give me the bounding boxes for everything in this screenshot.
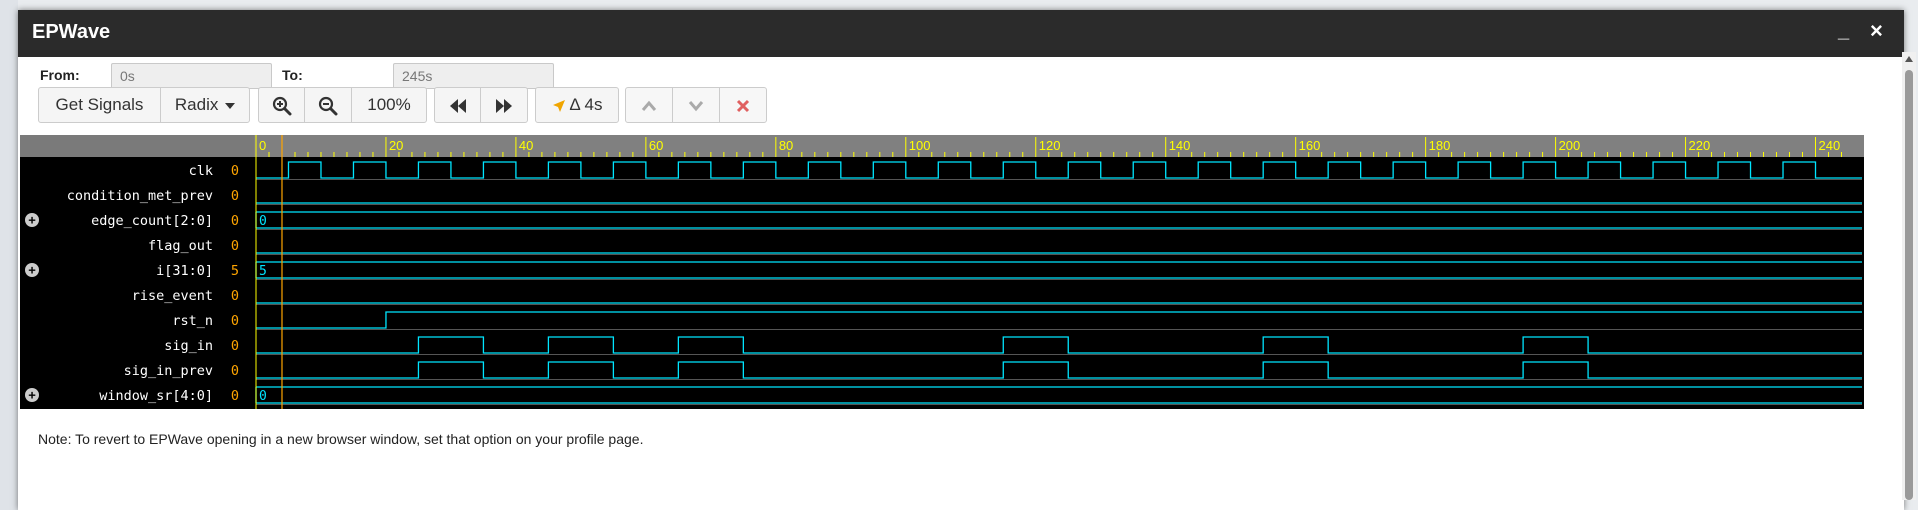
signal-name: rise_event bbox=[132, 288, 213, 304]
fast-forward-icon bbox=[496, 98, 512, 113]
ruler-tick-label: 180 bbox=[1429, 138, 1451, 153]
signal-value: 0 bbox=[231, 163, 239, 179]
ruler-tick-label: 120 bbox=[1039, 138, 1061, 153]
move-down-button[interactable] bbox=[672, 87, 720, 123]
from-input[interactable]: 0s bbox=[111, 63, 272, 89]
signal-value: 0 bbox=[231, 213, 239, 229]
get-signals-button[interactable]: Get Signals bbox=[38, 87, 161, 123]
zoom-out-button[interactable] bbox=[304, 87, 352, 123]
chevron-down-icon bbox=[688, 100, 704, 111]
move-up-button[interactable] bbox=[625, 87, 673, 123]
signal-name: flag_out bbox=[148, 238, 213, 254]
signal-value: 0 bbox=[231, 338, 239, 354]
window-title: EPWave bbox=[32, 21, 111, 43]
info-note: Note: To revert to EPWave opening in a n… bbox=[38, 431, 644, 447]
expand-icon-plus: + bbox=[28, 263, 36, 278]
waveform-background bbox=[20, 135, 1864, 409]
jump-end-button[interactable] bbox=[480, 87, 528, 123]
zoom-in-button[interactable] bbox=[258, 87, 305, 123]
ruler-tick-label: 240 bbox=[1819, 138, 1841, 153]
caret-down-icon bbox=[225, 102, 236, 109]
remove-signal-button[interactable] bbox=[719, 87, 767, 123]
signal-name: clk bbox=[189, 163, 213, 179]
signal-value: 0 bbox=[231, 363, 239, 379]
ruler-tick-label: 80 bbox=[779, 138, 793, 153]
signal-value: 0 bbox=[231, 188, 239, 204]
to-input[interactable]: 245s bbox=[393, 63, 554, 89]
signal-name: sig_in bbox=[164, 338, 213, 354]
bus-value: 0 bbox=[259, 214, 267, 229]
signal-value: 0 bbox=[231, 238, 239, 254]
signal-value: 0 bbox=[231, 288, 239, 304]
signal-value: 0 bbox=[231, 313, 239, 329]
signal-name: rst_n bbox=[172, 313, 213, 329]
chevron-up-icon bbox=[641, 100, 657, 111]
scrollbar-thumb[interactable] bbox=[1905, 70, 1913, 500]
fast-backward-icon bbox=[449, 98, 466, 113]
signal-name: condition_met_prev bbox=[67, 188, 213, 204]
waveform-viewer[interactable]: 0 20 40 60 80 100 120 140 160 180 200 220 240 clk 0 con… bbox=[20, 135, 1864, 420]
signal-name: window_sr[4:0] bbox=[99, 388, 213, 404]
expand-icon-plus: + bbox=[28, 388, 36, 403]
ruler-tick-label: 60 bbox=[649, 138, 663, 153]
scroll-up-icon[interactable] bbox=[1905, 56, 1913, 62]
zoom-level[interactable]: 100% bbox=[351, 87, 427, 123]
bus-value: 0 bbox=[259, 389, 267, 404]
vertical-scrollbar[interactable] bbox=[1902, 52, 1916, 500]
ruler-tick-label: 160 bbox=[1299, 138, 1321, 153]
signal-name: i[31:0] bbox=[156, 263, 213, 279]
minimize-button[interactable]: _ bbox=[1838, 20, 1849, 43]
remove-icon bbox=[736, 99, 750, 112]
delta-marker-button[interactable]: Δ 4s bbox=[535, 87, 619, 123]
ruler-tick-label: 140 bbox=[1169, 138, 1191, 153]
from-label: From: bbox=[40, 67, 80, 83]
jump-start-button[interactable] bbox=[434, 87, 481, 123]
bus-value: 5 bbox=[259, 264, 267, 279]
signal-value: 5 bbox=[231, 263, 239, 279]
page-left-edge bbox=[0, 0, 18, 510]
ruler-corner bbox=[20, 135, 254, 157]
delta-label: Δ 4s bbox=[569, 95, 603, 114]
ruler-tick-label: 0 bbox=[259, 138, 266, 153]
title-bar: EPWave _ × bbox=[18, 10, 1904, 57]
expand-icon-plus: + bbox=[28, 213, 36, 228]
signal-value: 0 bbox=[231, 388, 239, 404]
ruler-tick-label: 40 bbox=[519, 138, 533, 153]
zoom-in-icon bbox=[272, 96, 291, 116]
ruler-tick-label: 100 bbox=[909, 138, 931, 153]
ruler-tick-label: 220 bbox=[1689, 138, 1711, 153]
ruler-tick-label: 20 bbox=[389, 138, 403, 153]
location-arrow-icon bbox=[552, 99, 565, 112]
radix-label: Radix bbox=[174, 95, 219, 114]
zoom-out-icon bbox=[318, 96, 338, 116]
signal-name: sig_in_prev bbox=[124, 363, 213, 379]
close-button[interactable]: × bbox=[1870, 18, 1883, 44]
radix-dropdown[interactable]: Radix bbox=[160, 87, 250, 123]
signal-name: edge_count[2:0] bbox=[91, 213, 213, 229]
ruler-tick-label: 200 bbox=[1559, 138, 1581, 153]
to-label: To: bbox=[282, 67, 303, 83]
